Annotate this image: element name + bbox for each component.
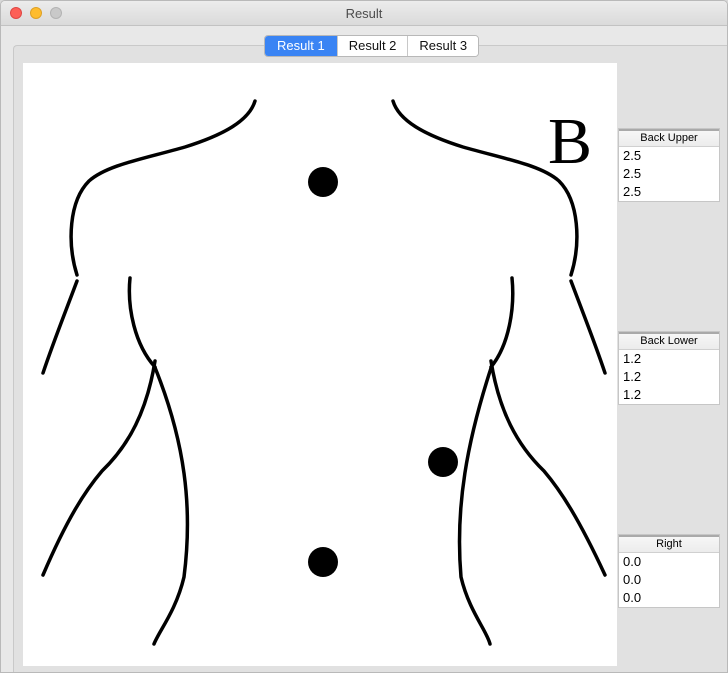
- torso-outline-figure: B: [41, 99, 607, 646]
- title-bar[interactable]: Result: [1, 1, 727, 26]
- back-upper-table[interactable]: Back Upper 2.5 2.5 2.5: [618, 128, 720, 202]
- table-row[interactable]: 0.0: [619, 571, 719, 589]
- table-row[interactable]: 2.5: [619, 165, 719, 183]
- view-letter: B: [548, 105, 592, 178]
- right-table[interactable]: Right 0.0 0.0 0.0: [618, 534, 720, 608]
- left-lat-curve: [127, 276, 157, 369]
- table-row[interactable]: 0.0: [619, 553, 719, 571]
- table-row[interactable]: 1.2: [619, 386, 719, 404]
- table-row[interactable]: 2.5: [619, 147, 719, 165]
- result-tabs: Result 1 Result 2 Result 3: [264, 35, 480, 57]
- marker-lower-center: [308, 547, 338, 577]
- table-row[interactable]: 2.5: [619, 183, 719, 201]
- tab-result-1[interactable]: Result 1: [265, 36, 337, 56]
- left-waist-outline: [41, 359, 157, 577]
- table-row[interactable]: 1.2: [619, 368, 719, 386]
- body-diagram-canvas: B: [23, 63, 617, 666]
- back-lower-table[interactable]: Back Lower 1.2 1.2 1.2: [618, 331, 720, 405]
- tab-result-3[interactable]: Result 3: [407, 36, 479, 56]
- tab-result-2[interactable]: Result 2: [336, 36, 408, 56]
- marker-right-side: [428, 447, 458, 477]
- window-title: Result: [345, 6, 383, 21]
- back-lower-header[interactable]: Back Lower: [619, 332, 719, 350]
- right-waist-outline: [489, 359, 607, 577]
- right-arm-outline: [569, 279, 607, 375]
- right-hip-outline: [457, 363, 494, 646]
- left-arm-outline: [41, 279, 79, 375]
- right-header[interactable]: Right: [619, 535, 719, 553]
- left-shoulder-outline: [69, 99, 257, 277]
- result-window: Result Result 1 Result 2 Result 3 B Back…: [0, 0, 728, 673]
- right-lat-curve: [489, 276, 515, 369]
- marker-upper-center: [308, 167, 338, 197]
- back-upper-header[interactable]: Back Upper: [619, 129, 719, 147]
- left-hip-outline: [152, 363, 190, 646]
- table-row[interactable]: 0.0: [619, 589, 719, 607]
- table-row[interactable]: 1.2: [619, 350, 719, 368]
